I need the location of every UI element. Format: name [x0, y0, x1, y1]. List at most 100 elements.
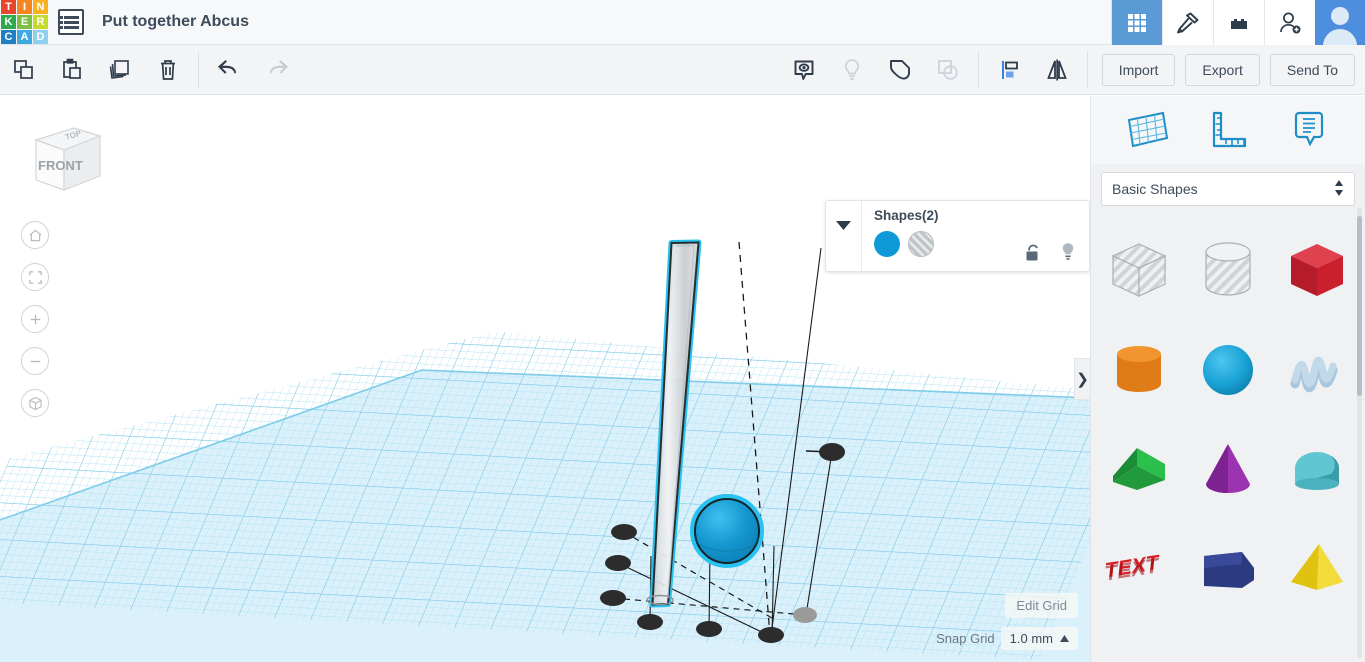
scene-3d[interactable]	[0, 96, 1090, 662]
sphere-shape[interactable]	[1184, 320, 1273, 420]
main-toolbar: Import Export Send To	[0, 45, 1365, 95]
scribble-shape[interactable]	[1272, 320, 1361, 420]
align-button[interactable]	[985, 48, 1033, 92]
cone-icon	[1205, 444, 1250, 493]
notes-tool[interactable]	[1285, 108, 1333, 152]
grid-view-button[interactable]	[1111, 0, 1162, 45]
align-handle[interactable]	[637, 614, 663, 630]
tinkercad-logo[interactable]: TIN KER CAD	[0, 0, 48, 45]
palette-scrollbar[interactable]	[1357, 216, 1362, 396]
roof-shape[interactable]	[1272, 420, 1361, 520]
panel-tool-row	[1091, 96, 1365, 164]
align-handle[interactable]	[600, 590, 626, 606]
view-cube[interactable]: FRONT TOP	[18, 114, 104, 200]
tinker-button[interactable]	[1162, 0, 1213, 45]
workplane-tool[interactable]	[1123, 108, 1171, 152]
hole-swatch[interactable]	[908, 231, 934, 257]
minus-icon	[30, 360, 40, 362]
align-handle[interactable]	[696, 621, 722, 637]
blocks-button[interactable]	[1213, 0, 1264, 45]
panel-collapse-chevron[interactable]: ❯	[1074, 358, 1090, 400]
align-handle[interactable]	[758, 627, 784, 643]
avatar-body	[1323, 29, 1357, 45]
design-canvas[interactable]: FRONT TOP Shapes(2) ❯ Edit Grid Snap Gri…	[0, 96, 1090, 662]
zoom-out-button[interactable]	[21, 347, 49, 375]
group-icon	[889, 59, 910, 80]
import-button[interactable]: Import	[1101, 53, 1176, 86]
edit-grid-button[interactable]: Edit Grid	[1005, 593, 1078, 618]
blocks-icon	[1231, 18, 1247, 29]
half-sphere-shape[interactable]	[1184, 620, 1273, 650]
polygon-icon	[1203, 552, 1254, 588]
tinkercad-app: TINKERCAD Put together Abcus Import Expo…	[0, 0, 1365, 662]
add-user-button[interactable]	[1264, 0, 1315, 45]
shape-library-value: Basic Shapes	[1112, 181, 1198, 197]
unlock-icon[interactable]	[1025, 243, 1043, 263]
text-icon: TEXT TEXT	[1104, 550, 1160, 586]
align-handle[interactable]	[611, 524, 637, 540]
lightbulb-icon[interactable]	[1059, 241, 1077, 263]
solid-blue-swatch[interactable]	[874, 231, 900, 257]
logo-tile-d: D	[33, 30, 48, 44]
note-icon	[1294, 111, 1323, 147]
pyramid-shape[interactable]	[1272, 520, 1361, 620]
show-hide-button[interactable]	[780, 48, 828, 92]
copy-icon	[14, 59, 33, 79]
ruler-tool[interactable]	[1204, 108, 1252, 152]
group-button[interactable]	[876, 48, 924, 92]
shapes-panel: Shapes(2)	[825, 200, 1090, 272]
zoom-in-button[interactable]	[21, 305, 49, 333]
send-to-button[interactable]: Send To	[1269, 53, 1355, 86]
logo-tile-i: I	[17, 0, 32, 14]
copy-button[interactable]	[0, 48, 48, 92]
mirror-button[interactable]	[1033, 48, 1081, 92]
io-button-group: Import Export Send To	[1101, 45, 1365, 95]
cylinder-shape[interactable]	[1095, 320, 1184, 420]
box-hole-shape[interactable]	[1095, 220, 1184, 320]
shapes-panel-collapse-button[interactable]	[826, 201, 862, 271]
paste-icon	[63, 58, 81, 79]
shapes-library-panel: Basic Shapes TEXT TEXT	[1090, 96, 1365, 662]
redo-button[interactable]	[253, 48, 301, 92]
shape-library-select[interactable]: Basic Shapes	[1101, 172, 1355, 206]
toolbar-divider-2	[977, 51, 979, 88]
workplane	[0, 308, 1090, 662]
torus-shape[interactable]	[1095, 620, 1184, 650]
export-button[interactable]: Export	[1185, 53, 1260, 86]
tube-shape[interactable]	[1272, 620, 1361, 650]
delete-button[interactable]	[144, 48, 192, 92]
list-icon[interactable]	[58, 9, 84, 35]
cone-shape[interactable]	[1184, 420, 1273, 520]
ungroup-button[interactable]	[924, 48, 972, 92]
shapes-panel-body: Shapes(2)	[862, 201, 1089, 271]
cylinder-hole-shape[interactable]	[1184, 220, 1273, 320]
perspective-toggle-button[interactable]	[21, 389, 49, 417]
fit-view-button[interactable]	[21, 263, 49, 291]
text-shape[interactable]: TEXT TEXT	[1095, 520, 1184, 620]
duplicate-button[interactable]	[96, 48, 144, 92]
scribble-icon	[1290, 356, 1338, 393]
polygon-shape[interactable]	[1184, 520, 1273, 620]
snap-grid-select[interactable]: 1.0 mm	[1000, 627, 1078, 650]
undo-button[interactable]	[205, 48, 253, 92]
align-handle[interactable]	[819, 443, 845, 461]
sphere-object[interactable]	[690, 494, 764, 568]
undo-arrow-icon	[218, 59, 236, 74]
trash-icon	[161, 59, 175, 80]
wedge-shape[interactable]	[1095, 420, 1184, 520]
light-button[interactable]	[828, 48, 876, 92]
roof-icon	[1294, 452, 1339, 490]
box-shape[interactable]	[1272, 220, 1361, 320]
shape-tool-group	[780, 45, 1094, 95]
mirror-icon	[1046, 59, 1067, 80]
sphere-icon	[1202, 345, 1253, 395]
avatar[interactable]	[1315, 0, 1365, 45]
align-handle[interactable]	[605, 555, 631, 571]
paste-button[interactable]	[48, 48, 96, 92]
logo-tile-n: N	[33, 0, 48, 14]
eye-icon	[794, 60, 814, 80]
align-handle-hover[interactable]	[793, 607, 817, 623]
fit-frame-icon	[28, 270, 42, 284]
view-cube-front-label: FRONT	[38, 158, 83, 173]
home-view-button[interactable]	[21, 221, 49, 249]
